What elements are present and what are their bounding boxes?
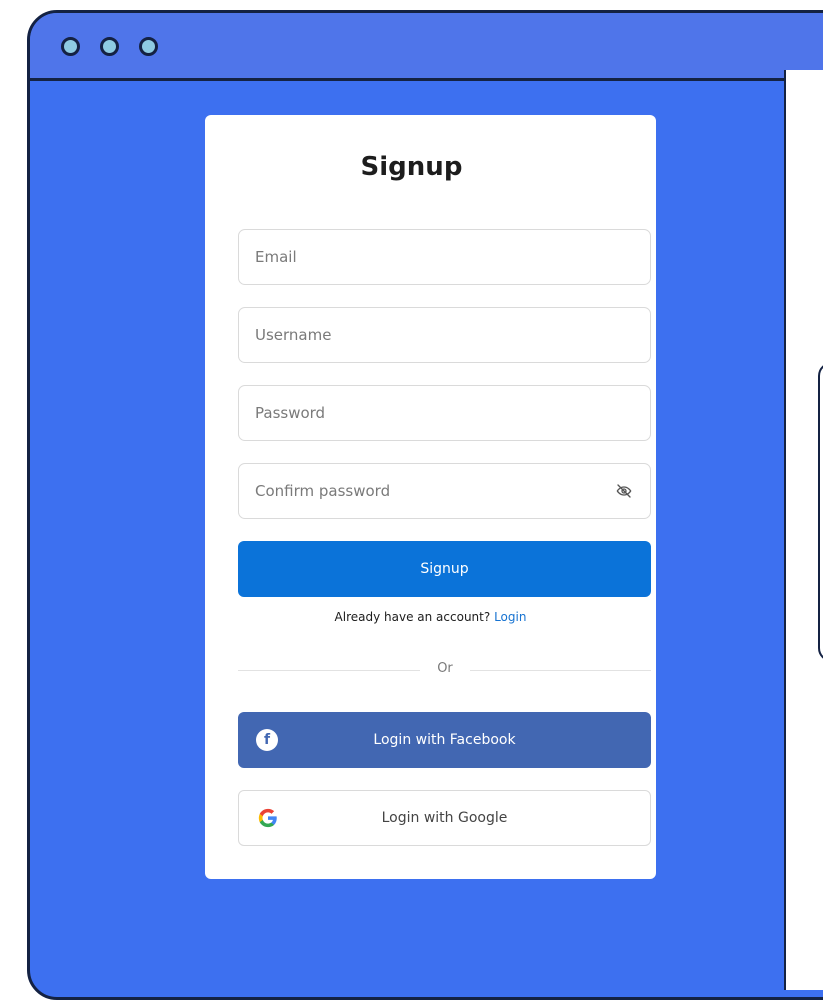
- password-input[interactable]: [255, 404, 634, 422]
- username-field[interactable]: [238, 307, 651, 363]
- window-dot-icon[interactable]: [139, 37, 158, 56]
- google-icon: [257, 807, 279, 829]
- confirm-password-input[interactable]: [255, 482, 614, 500]
- divider-label: Or: [420, 661, 470, 676]
- google-login-button[interactable]: Login with Google: [238, 790, 651, 846]
- password-field[interactable]: [238, 385, 651, 441]
- facebook-login-button[interactable]: f Login with Facebook: [238, 712, 651, 768]
- page-title: Signup: [360, 152, 463, 182]
- facebook-login-label: Login with Facebook: [373, 732, 516, 748]
- facebook-icon: f: [256, 729, 278, 751]
- confirm-password-field[interactable]: [238, 463, 651, 519]
- login-prompt-text: Already have an account?: [334, 610, 491, 624]
- email-input[interactable]: [255, 248, 634, 266]
- signup-button[interactable]: Signup: [238, 541, 651, 597]
- window-dot-icon[interactable]: [61, 37, 80, 56]
- email-field[interactable]: [238, 229, 651, 285]
- login-prompt: Already have an account? Login: [205, 610, 656, 624]
- background-panel: [818, 362, 823, 662]
- window-titlebar: [30, 13, 823, 81]
- eye-off-icon[interactable]: [614, 481, 634, 501]
- username-input[interactable]: [255, 326, 634, 344]
- google-login-label: Login with Google: [381, 810, 508, 826]
- window-dot-icon[interactable]: [100, 37, 119, 56]
- login-link[interactable]: Login: [494, 610, 526, 624]
